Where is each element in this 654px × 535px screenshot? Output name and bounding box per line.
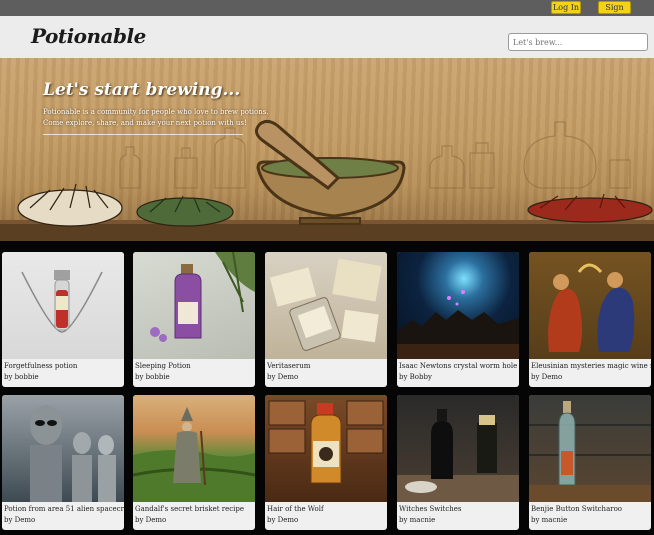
potion-image: [397, 252, 519, 359]
potion-card[interactable]: Hair of the Wolf by Demo: [265, 395, 387, 530]
potion-card[interactable]: Veritaserum by Demo: [265, 252, 387, 387]
hero-divider: [43, 134, 243, 135]
potion-name: Benjie Button Switcharoo: [531, 505, 623, 513]
potion-name: Sleeping Potion: [135, 362, 191, 370]
potion-image: [2, 252, 124, 359]
potion-card[interactable]: Forgetfulness potion by bobbie: [2, 252, 124, 387]
potion-author: by Bobby: [399, 373, 432, 381]
hero-title: Let's start brewing...: [43, 80, 241, 100]
potion-name: Veritaserum: [267, 362, 311, 370]
potion-name: Potion from area 51 alien spacecraft: [4, 505, 124, 513]
signup-button[interactable]: Sign up: [598, 1, 631, 23]
potion-card[interactable]: Potion from area 51 alien spacecraft by …: [2, 395, 124, 530]
potion-card[interactable]: Isaac Newtons crystal worm hole by Bobby: [397, 252, 519, 387]
top-bar: Log In Sign up: [0, 0, 654, 23]
potion-image: [265, 252, 387, 359]
potion-image: [529, 252, 651, 359]
hero-subtitle-line-1: Potionable is a community for people who…: [43, 108, 269, 116]
potion-name: Isaac Newtons crystal worm hole: [399, 362, 518, 370]
potion-name: Forgetfulness potion: [4, 362, 78, 370]
site-logo[interactable]: Potionable: [31, 24, 146, 48]
potion-author: by Demo: [4, 516, 36, 524]
potion-image: [133, 395, 255, 502]
potion-author: by Demo: [135, 516, 167, 524]
hero-subtitle-line-2: Come explore, share, and make your next …: [43, 119, 247, 127]
potion-name: Hair of the Wolf: [267, 505, 324, 513]
potion-card[interactable]: Gandalf's secret brisket recipe by Demo: [133, 395, 255, 530]
potion-author: by bobbie: [135, 373, 170, 381]
potion-image: [397, 395, 519, 502]
potion-author: by Demo: [267, 516, 299, 524]
potion-author: by macnie: [531, 516, 568, 524]
potion-image: [265, 395, 387, 502]
potion-card[interactable]: Eleusinian mysteries magic wine recipe b…: [529, 252, 651, 387]
potion-name: Gandalf's secret brisket recipe: [135, 505, 245, 513]
potion-author: by Demo: [267, 373, 299, 381]
potion-name: Eleusinian mysteries magic wine recipe: [531, 362, 651, 370]
potion-image: [529, 395, 651, 502]
search-input[interactable]: [508, 33, 648, 51]
potion-card[interactable]: Witches Switches by macnie: [397, 395, 519, 530]
potion-author: by Demo: [531, 373, 563, 381]
potion-image: [2, 395, 124, 502]
login-button[interactable]: Log In: [551, 1, 581, 14]
potion-image: [133, 252, 255, 359]
potion-author: by bobbie: [4, 373, 39, 381]
potion-card[interactable]: Sleeping Potion by bobbie: [133, 252, 255, 387]
potion-author: by macnie: [399, 516, 436, 524]
potion-card[interactable]: Benjie Button Switcharoo by macnie: [529, 395, 651, 530]
hero-subtitle: Potionable is a community for people who…: [43, 107, 269, 129]
potion-name: Witches Switches: [399, 505, 462, 513]
